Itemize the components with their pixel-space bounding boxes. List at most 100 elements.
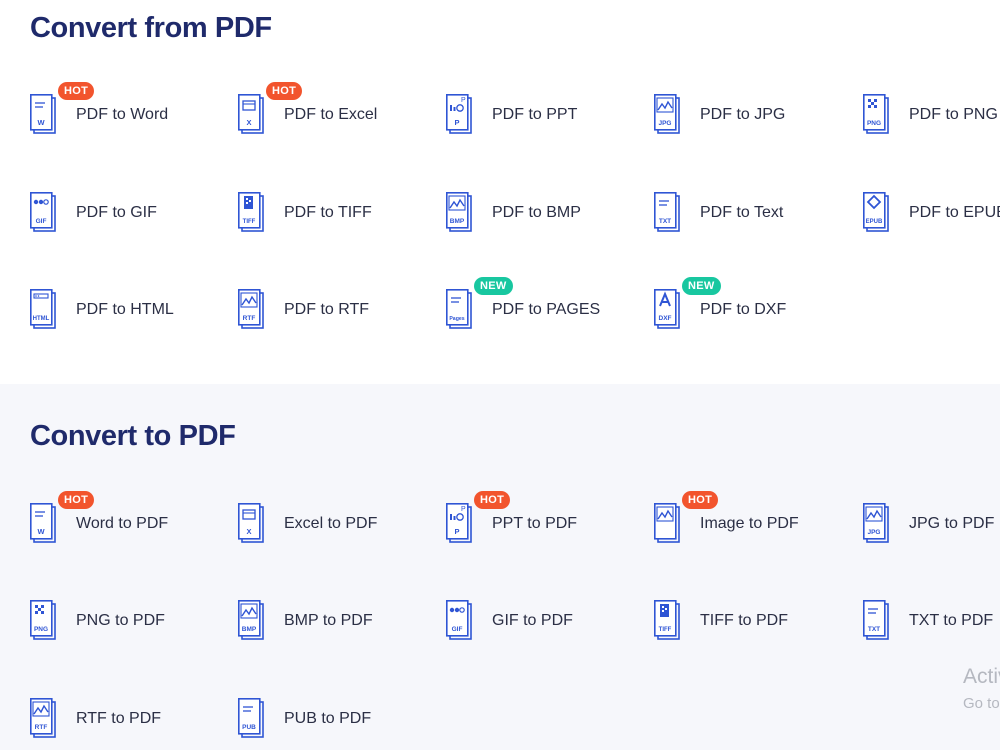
windows-activation-watermark: Activ Go to xyxy=(963,665,1000,712)
pub-file-icon: PUB xyxy=(238,698,264,738)
tool-pdf-to-ppt[interactable]: P P PDF to PPT xyxy=(446,90,646,140)
tool-label: JPG to PDF xyxy=(909,515,995,532)
svg-text:P: P xyxy=(461,97,466,104)
word-file-icon: W xyxy=(30,503,56,543)
convert-to-pdf-title: Convert to PDF xyxy=(30,420,236,452)
tool-pdf-to-text[interactable]: TXT PDF to Text xyxy=(654,188,854,238)
tool-excel-to-pdf[interactable]: X Excel to PDF xyxy=(238,499,438,549)
tool-label: PDF to DXF xyxy=(700,301,787,318)
svg-text:BMP: BMP xyxy=(242,626,257,633)
convert-from-pdf-title: Convert from PDF xyxy=(30,12,272,44)
jpg-file-icon: JPG xyxy=(654,94,680,134)
tool-jpg-to-pdf[interactable]: JPG JPG to PDF xyxy=(863,499,1000,549)
tool-label: PDF to PAGES xyxy=(492,301,601,318)
jpg-file-icon: JPG xyxy=(863,503,889,543)
word-file-icon: W xyxy=(30,94,56,134)
tool-rtf-to-pdf[interactable]: RTF RTF to PDF xyxy=(30,694,230,744)
tool-label: Image to PDF xyxy=(700,515,799,532)
tool-tiff-to-pdf[interactable]: TIFF TIFF to PDF xyxy=(654,596,854,646)
tool-gif-to-pdf[interactable]: GIF GIF to PDF xyxy=(446,596,646,646)
tool-label: PDF to JPG xyxy=(700,106,786,123)
tool-pdf-to-tiff[interactable]: TIFF PDF to TIFF xyxy=(238,188,438,238)
tool-label: PNG to PDF xyxy=(76,612,165,629)
gif-file-icon: GIF xyxy=(30,192,56,232)
svg-text:X: X xyxy=(246,527,251,536)
html-file-icon: HTML xyxy=(30,289,56,329)
tool-label: TIFF to PDF xyxy=(700,612,788,629)
new-badge: NEW xyxy=(474,277,513,295)
svg-text:BMP: BMP xyxy=(450,218,465,225)
tool-label: PDF to HTML xyxy=(76,301,174,318)
tool-png-to-pdf[interactable]: PNG PNG to PDF xyxy=(30,596,230,646)
hot-badge: HOT xyxy=(682,491,719,509)
svg-text:PUB: PUB xyxy=(242,724,256,731)
tool-pdf-to-epub[interactable]: EPUB PDF to EPUB xyxy=(863,188,1000,238)
tool-txt-to-pdf[interactable]: TXT TXT to PDF xyxy=(863,596,1000,646)
excel-file-icon: X xyxy=(238,503,264,543)
svg-text:GIF: GIF xyxy=(36,218,47,225)
ppt-file-icon: PP xyxy=(446,503,472,543)
svg-text:W: W xyxy=(37,527,45,536)
tool-label: PDF to EPUB xyxy=(909,204,1000,221)
tool-pdf-to-rtf[interactable]: RTF PDF to RTF xyxy=(238,285,438,335)
svg-text:PNG: PNG xyxy=(867,120,881,127)
tool-label: PDF to Excel xyxy=(284,106,378,123)
convert-to-pdf-section: Convert to PDF W Word to PDF HOT X Excel to … xyxy=(0,384,1000,750)
svg-text:TIFF: TIFF xyxy=(659,627,672,633)
svg-text:RTF: RTF xyxy=(243,315,256,322)
tool-pdf-to-jpg[interactable]: JPG PDF to JPG xyxy=(654,90,854,140)
hot-badge: HOT xyxy=(266,82,303,100)
tool-pdf-to-gif[interactable]: GIF PDF to GIF xyxy=(30,188,230,238)
activation-watermark-line2: Go to xyxy=(963,695,1000,712)
svg-text:EPUB: EPUB xyxy=(866,219,883,225)
svg-text:PNG: PNG xyxy=(34,626,48,633)
tool-pdf-to-excel[interactable]: X PDF to Excel HOT xyxy=(238,82,438,140)
tool-pdf-to-pages[interactable]: Pages PDF to PAGES NEW xyxy=(446,277,646,335)
convert-from-pdf-section: Convert from PDF W PDF to Word HOT X PDF to … xyxy=(0,0,1000,384)
tool-pub-to-pdf[interactable]: PUB PUB to PDF xyxy=(238,694,438,744)
tool-pdf-to-word[interactable]: W PDF to Word HOT xyxy=(30,82,230,140)
svg-text:GIF: GIF xyxy=(452,626,463,633)
tool-label: PDF to PNG xyxy=(909,106,998,123)
bmp-file-icon: BMP xyxy=(238,600,264,640)
tool-label: RTF to PDF xyxy=(76,710,162,727)
tool-label: PDF to GIF xyxy=(76,204,157,221)
new-badge: NEW xyxy=(682,277,721,295)
activation-watermark-line1: Activ xyxy=(963,665,1000,688)
epub-file-icon: EPUB xyxy=(863,192,889,232)
tool-pdf-to-dxf[interactable]: DXF PDF to DXF NEW xyxy=(654,277,854,335)
svg-text:P: P xyxy=(461,506,466,513)
tool-label: PDF to BMP xyxy=(492,204,581,221)
svg-text:DXF: DXF xyxy=(659,315,672,322)
ppt-file-icon: PP xyxy=(446,94,472,134)
tool-word-to-pdf[interactable]: W Word to PDF HOT xyxy=(30,491,230,549)
svg-text:P: P xyxy=(454,527,459,536)
svg-text:JPG: JPG xyxy=(658,120,671,127)
tool-label: PDF to TIFF xyxy=(284,204,372,221)
tool-label: PDF to RTF xyxy=(284,301,370,318)
tool-pdf-to-bmp[interactable]: BMP PDF to BMP xyxy=(446,188,646,238)
txt-file-icon: TXT xyxy=(863,600,889,640)
tool-label: Excel to PDF xyxy=(284,515,378,532)
svg-text:JPG: JPG xyxy=(867,529,880,536)
svg-text:P: P xyxy=(454,118,459,127)
tool-pdf-to-html[interactable]: HTML PDF to HTML xyxy=(30,285,230,335)
tool-label: TXT to PDF xyxy=(909,612,994,629)
svg-text:TXT: TXT xyxy=(868,626,880,633)
svg-text:TIFF: TIFF xyxy=(243,219,256,225)
hot-badge: HOT xyxy=(474,491,511,509)
tool-label: PDF to PPT xyxy=(492,106,578,123)
tool-label: PDF to Word xyxy=(76,106,169,123)
tool-label: PUB to PDF xyxy=(284,710,372,727)
tool-pdf-to-png[interactable]: PNG PDF to PNG xyxy=(863,90,1000,140)
bmp-file-icon: BMP xyxy=(446,192,472,232)
tool-ppt-to-pdf[interactable]: P P PPT to PDF HOT xyxy=(446,491,646,549)
hot-badge: HOT xyxy=(58,491,95,509)
tool-bmp-to-pdf[interactable]: BMP BMP to PDF xyxy=(238,596,438,646)
svg-text:RTF: RTF xyxy=(35,724,48,731)
tool-label: PDF to Text xyxy=(700,204,784,221)
svg-text:X: X xyxy=(246,118,251,127)
gif-file-icon: GIF xyxy=(446,600,472,640)
tool-image-to-pdf[interactable]: Image to PDF HOT xyxy=(654,491,854,549)
svg-text:Pages: Pages xyxy=(449,316,464,322)
